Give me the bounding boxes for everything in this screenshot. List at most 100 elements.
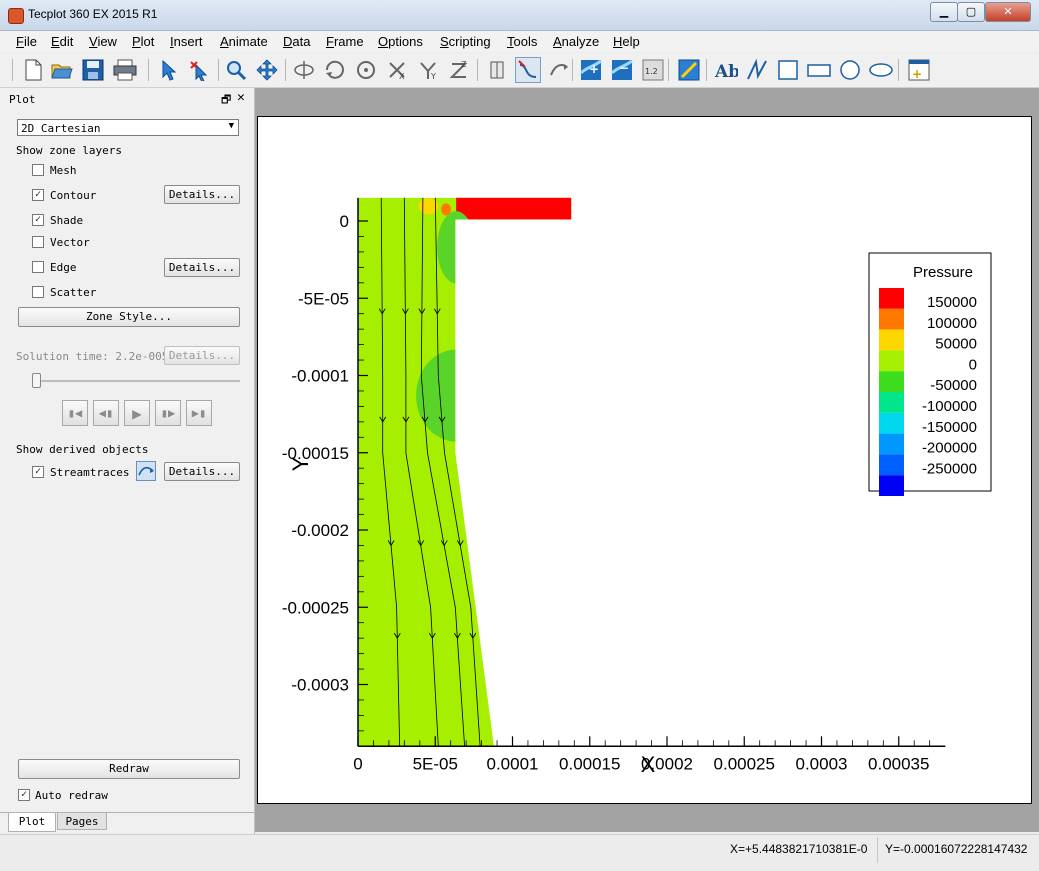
contour-plot[interactable]: 0 5E-05 0.0001 0.00015 0.0002 0.00025 0.0003 0.…	[258, 117, 1031, 803]
menu-view[interactable]: View	[89, 34, 117, 49]
zone-style-button[interactable]: Zone Style...	[18, 307, 240, 327]
print-icon[interactable]	[112, 57, 138, 83]
legend-level-label: -150000	[922, 419, 977, 436]
tab-plot[interactable]: Plot	[8, 813, 56, 832]
save-icon[interactable]	[80, 57, 106, 83]
float-panel-icon[interactable]: 🗗	[221, 91, 231, 110]
scatter-checkbox[interactable]	[32, 286, 44, 298]
rotate-z-icon[interactable]: Z	[446, 57, 472, 83]
new-file-icon[interactable]	[20, 57, 46, 83]
legend-level-label: -100000	[922, 398, 977, 415]
menu-scripting[interactable]: Scripting	[440, 34, 491, 49]
legend-swatch	[879, 329, 904, 351]
step-back-icon[interactable]: ◀▮	[93, 400, 119, 426]
legend-swatch	[879, 433, 904, 455]
legend-swatch	[879, 371, 904, 392]
y-tick-label: -0.0003	[291, 676, 349, 695]
streamtraces-checkbox[interactable]: ✓	[32, 466, 44, 478]
redraw-button[interactable]: Redraw	[18, 759, 240, 779]
menu-edit[interactable]: Edit	[51, 34, 73, 49]
contour-remove-icon[interactable]: −	[609, 57, 635, 83]
mesh-checkbox[interactable]	[32, 164, 44, 176]
menu-insert[interactable]: Insert	[170, 34, 203, 49]
slice-icon[interactable]	[676, 57, 702, 83]
menu-plot[interactable]: Plot	[132, 34, 154, 49]
polyline-icon[interactable]	[744, 57, 770, 83]
add-frame-icon[interactable]: +	[906, 57, 932, 83]
plot-frame[interactable]: 0 5E-05 0.0001 0.00015 0.0002 0.00025 0.0003 0.…	[257, 116, 1032, 804]
menu-frame[interactable]: Frame	[326, 34, 364, 49]
open-file-icon[interactable]	[49, 57, 75, 83]
edge-checkbox[interactable]	[32, 261, 44, 273]
auto-redraw-checkbox[interactable]: ✓	[18, 789, 30, 801]
legend-swatch	[879, 350, 904, 372]
close-panel-icon[interactable]: ✕	[237, 90, 245, 105]
panel-title: Plot	[9, 93, 36, 106]
rotate-x-icon[interactable]: X	[384, 57, 410, 83]
svg-text:1.2: 1.2	[645, 67, 658, 76]
legend-level-label: 100000	[927, 315, 977, 332]
x-tick-label: 0.0001	[487, 754, 539, 773]
workspace-area: 0 5E-05 0.0001 0.00015 0.0002 0.00025 0.0003 0.…	[255, 88, 1039, 832]
select-arrow-icon[interactable]	[155, 57, 181, 83]
translate-icon[interactable]	[254, 57, 280, 83]
solution-time-label: Solution time: 2.2e-005	[16, 350, 169, 363]
menu-analyze[interactable]: Analyze	[553, 34, 599, 49]
y-tick-label: -0.0001	[291, 367, 349, 386]
flow-domain	[358, 197, 572, 747]
play-icon[interactable]: ▶	[124, 400, 150, 426]
toolbar-separator	[668, 59, 669, 81]
ellipse-icon[interactable]	[868, 57, 894, 83]
edge-details-button[interactable]: Details...	[164, 258, 240, 277]
contour-region-low-middle	[416, 349, 497, 442]
toolbar-separator	[12, 59, 13, 81]
legend-swatch	[879, 454, 904, 476]
vector-checkbox[interactable]	[32, 236, 44, 248]
menu-options[interactable]: Options	[378, 34, 423, 49]
mesh-label: Mesh	[50, 164, 77, 177]
menu-data[interactable]: Data	[283, 34, 310, 49]
streamtrace-style-icon[interactable]	[136, 461, 156, 481]
title-bar: Tecplot 360 EX 2015 R1 ▁ ▢ ✕	[0, 0, 1039, 31]
minimize-button[interactable]: ▁	[930, 2, 958, 22]
step-forward-icon[interactable]: ▮▶	[155, 400, 181, 426]
close-window-button[interactable]: ✕	[985, 2, 1031, 22]
square-icon[interactable]	[806, 57, 832, 83]
menu-bar: File Edit View Plot Insert Animate Data …	[0, 31, 1039, 52]
contour-details-button[interactable]: Details...	[164, 185, 240, 204]
rectangle-icon[interactable]	[775, 57, 801, 83]
last-step-icon[interactable]: ▶▮	[186, 400, 212, 426]
x-tick-label: 0.0003	[796, 754, 848, 773]
solution-time-details-button[interactable]: Details...	[164, 346, 240, 365]
maximize-button[interactable]: ▢	[957, 2, 985, 22]
y-tick-label: -0.0002	[291, 521, 349, 540]
streamtraces-details-button[interactable]: Details...	[164, 462, 240, 481]
streamtrace-place-icon[interactable]	[515, 57, 541, 83]
menu-tools[interactable]: Tools	[507, 34, 537, 49]
contour-add-icon[interactable]: +	[578, 57, 604, 83]
zoom-icon[interactable]	[223, 57, 249, 83]
shade-checkbox[interactable]: ✓	[32, 214, 44, 226]
contour-level-icon[interactable]: 1.2	[640, 57, 666, 83]
rotate-y-icon[interactable]: Y	[415, 57, 441, 83]
streamtrace-extract-icon[interactable]	[546, 57, 572, 83]
rotate-3d-icon[interactable]	[291, 57, 317, 83]
legend-title: Pressure	[913, 264, 973, 281]
plot-type-select[interactable]: 2D Cartesian ▼	[17, 119, 239, 136]
contour-checkbox[interactable]: ✓	[32, 189, 44, 201]
time-slider-thumb[interactable]	[32, 373, 41, 388]
probe-icon[interactable]	[484, 57, 510, 83]
text-tool-icon[interactable]: Ab	[713, 57, 739, 83]
menu-help[interactable]: Help	[613, 34, 640, 49]
menu-animate[interactable]: Animate	[220, 34, 268, 49]
toolbar-separator	[898, 59, 899, 81]
spherical-rotate-icon[interactable]	[353, 57, 379, 83]
tab-pages[interactable]: Pages	[57, 812, 107, 830]
legend-swatch	[879, 475, 904, 496]
circle-icon[interactable]	[837, 57, 863, 83]
time-slider-track[interactable]	[33, 380, 240, 382]
rollerball-icon[interactable]	[322, 57, 348, 83]
menu-file[interactable]: File	[16, 34, 37, 49]
adjustor-icon[interactable]	[186, 57, 212, 83]
first-step-icon[interactable]: ▮◀	[62, 400, 88, 426]
